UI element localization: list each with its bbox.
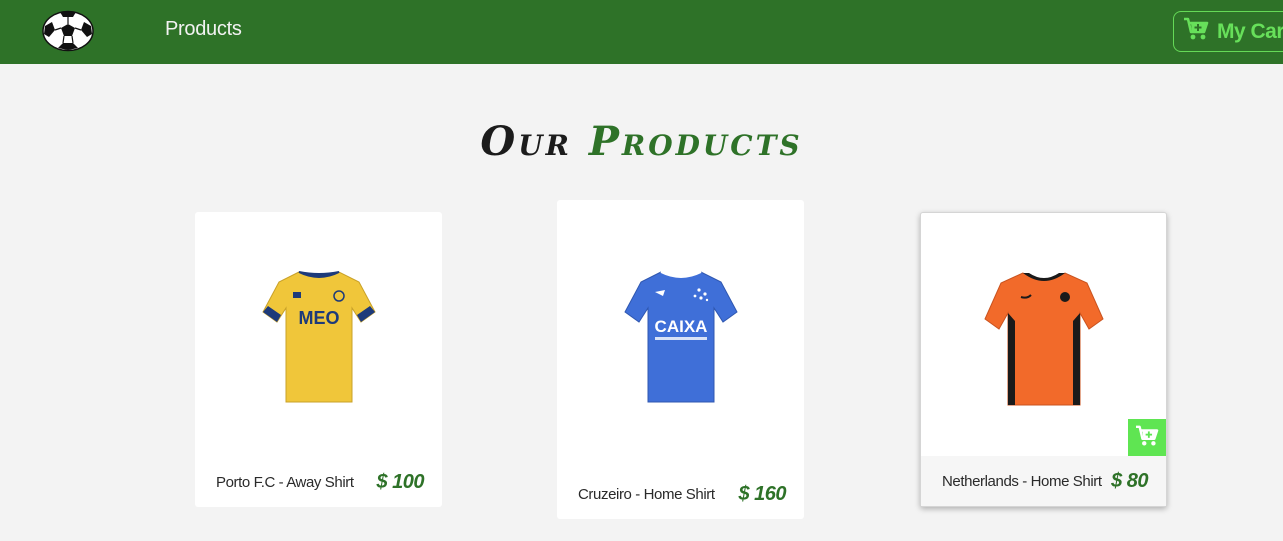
page-title-word-our: Our (480, 118, 572, 165)
my-cart-button[interactable]: My Cart (1173, 11, 1283, 52)
product-name: Porto F.C - Away Shirt (216, 473, 354, 491)
product-name: Cruzeiro - Home Shirt (578, 485, 715, 503)
nav-products-link[interactable]: Products (165, 18, 242, 41)
svg-text:MEO: MEO (298, 308, 339, 328)
page-title-word-products: Products (588, 118, 803, 165)
product-card[interactable]: CAIXA Cruzeiro - Home Shirt $ 160 (557, 200, 804, 519)
page-title: Our Products (0, 118, 1283, 165)
add-to-cart-button[interactable] (1128, 419, 1166, 457)
product-image[interactable]: CAIXA (557, 200, 804, 470)
product-price: $ 80 (1111, 469, 1148, 492)
product-card[interactable]: MEO Porto F.C - Away Shirt $ 100 (195, 212, 442, 507)
shopping-cart-icon (1183, 17, 1209, 46)
product-price: $ 160 (738, 482, 786, 505)
product-card-footer: Netherlands - Home Shirt $ 80 (921, 456, 1166, 506)
product-card[interactable]: Netherlands - Home Shirt $ 80 (920, 212, 1167, 507)
add-to-cart-icon (1135, 425, 1159, 452)
product-card-footer: Cruzeiro - Home Shirt $ 160 (557, 469, 804, 519)
product-price: $ 100 (376, 470, 424, 493)
navbar: Products My Cart (0, 0, 1283, 64)
svg-text:CAIXA: CAIXA (654, 317, 707, 336)
product-name: Netherlands - Home Shirt (942, 472, 1102, 490)
product-image[interactable]: MEO (195, 212, 442, 457)
my-cart-label: My Cart (1217, 19, 1283, 43)
soccer-ball-logo-icon[interactable] (42, 10, 94, 52)
product-card-footer: Porto F.C - Away Shirt $ 100 (195, 457, 442, 507)
